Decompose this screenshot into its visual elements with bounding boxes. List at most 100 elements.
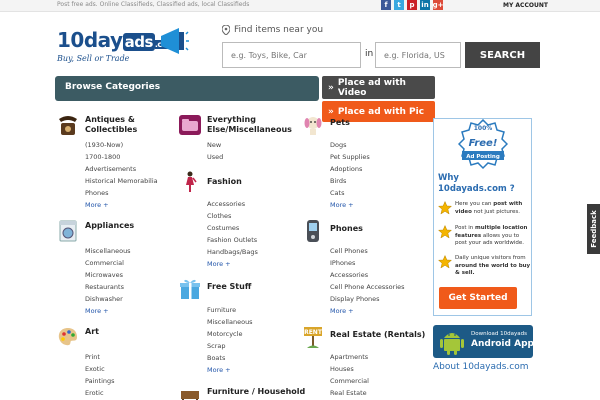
category-title[interactable]: Antiques & Collectibles: [85, 115, 175, 135]
list-item[interactable]: Exotic: [85, 363, 115, 375]
list-item[interactable]: Furniture: [207, 304, 253, 316]
list-item[interactable]: Erotic: [85, 387, 115, 399]
list-item[interactable]: Pet Supplies: [330, 151, 370, 163]
category-list: Print Exotic Paintings Erotic: [85, 351, 115, 399]
category-title[interactable]: Fashion: [207, 177, 297, 187]
list-item[interactable]: Miscellaneous: [85, 245, 131, 257]
cell-phone-icon: [307, 220, 319, 242]
why-title: Why 10dayads.com ?: [438, 173, 515, 194]
why-text-part: Post in: [455, 225, 476, 231]
more-link[interactable]: More +: [207, 364, 253, 376]
search-button[interactable]: SEARCH: [465, 42, 540, 68]
badge-free: Free!: [469, 138, 498, 149]
list-item[interactable]: Boats: [207, 352, 253, 364]
list-item[interactable]: Scrap: [207, 340, 253, 352]
rent-sign-icon: RENT: [304, 327, 323, 348]
android-app-button[interactable]: Download 10dayads Android App: [433, 325, 534, 358]
list-item[interactable]: Handbags/Bags: [207, 246, 258, 258]
list-item[interactable]: Fashion Outlets: [207, 234, 258, 246]
megaphone-icon: [161, 28, 189, 54]
twitter-icon[interactable]: t: [394, 0, 404, 10]
category-title[interactable]: Art: [85, 327, 175, 337]
facebook-icon[interactable]: f: [381, 0, 391, 10]
site-logo[interactable]: 10dayads.com Buy, Sell or Trade: [57, 26, 189, 68]
list-item[interactable]: Advertisements: [85, 163, 158, 175]
list-item[interactable]: Cell Phone Accessories: [330, 281, 405, 293]
antique-phone-icon: [59, 116, 77, 135]
list-item[interactable]: Dishwasher: [85, 293, 131, 305]
list-item[interactable]: Cats: [330, 187, 370, 199]
washing-machine-icon: [59, 220, 77, 242]
category-title[interactable]: Everything Else/Miscellaneous: [207, 115, 297, 135]
category-title[interactable]: Furniture / Household: [207, 387, 317, 397]
list-item[interactable]: Costumes: [207, 222, 258, 234]
why-item-text: Here you can post with video not just pi…: [455, 201, 531, 216]
list-item[interactable]: 1700-1800: [85, 151, 158, 163]
more-link[interactable]: More +: [85, 305, 131, 317]
location-input[interactable]: [375, 42, 461, 68]
category-title[interactable]: Free Stuff: [207, 282, 297, 292]
folder-icon: [179, 115, 201, 135]
category-list: Cell Phones IPhones Accessories Cell Pho…: [330, 245, 405, 317]
category-list: Dogs Pet Supplies Adoptions Birds Cats M…: [330, 139, 370, 211]
list-item[interactable]: New: [207, 139, 223, 151]
linkedin-icon[interactable]: in: [420, 0, 430, 10]
list-item[interactable]: Phones: [85, 187, 158, 199]
logo-ads: ads: [122, 33, 155, 51]
why-item-text: Daily unique visitors from around the wo…: [455, 255, 531, 278]
list-item[interactable]: Dogs: [330, 139, 370, 151]
gift-box-icon: [180, 279, 200, 299]
list-item[interactable]: Cell Phones: [330, 245, 405, 257]
logo-text: 10day: [57, 28, 123, 52]
list-item[interactable]: Paintings: [85, 375, 115, 387]
google-plus-icon[interactable]: g+: [433, 0, 443, 10]
list-item[interactable]: Houses: [330, 363, 369, 375]
feedback-label: Feedback: [589, 210, 598, 248]
top-bar: Post free ads. Online Classifieds, Class…: [0, 0, 600, 12]
about-link[interactable]: About 10dayads.com: [433, 362, 528, 372]
feedback-tab[interactable]: Feedback: [587, 204, 600, 254]
more-link[interactable]: More +: [85, 199, 158, 211]
more-link[interactable]: More +: [207, 258, 258, 270]
category-list: New Used: [207, 139, 223, 163]
place-ad-video-button[interactable]: » Place ad with Video: [322, 76, 435, 99]
list-item[interactable]: Historical Memorabilia: [85, 175, 158, 187]
category-title[interactable]: Pets: [330, 118, 420, 128]
free-ad-posting-badge: 100% Free! Ad Posting: [458, 119, 508, 170]
browse-categories-bar[interactable]: Browse Categories: [55, 76, 319, 101]
list-item[interactable]: Real Estate: [330, 387, 369, 399]
list-item[interactable]: Miscellaneous: [207, 316, 253, 328]
list-item[interactable]: Apartments: [330, 351, 369, 363]
category-list: (1930-Now) 1700-1800 Advertisements Hist…: [85, 139, 158, 211]
list-item[interactable]: Commercial: [85, 257, 131, 269]
social-links: f t p in g+: [381, 0, 443, 10]
category-title[interactable]: Phones: [330, 224, 420, 234]
category-list: Apartments Houses Commercial Real Estate: [330, 351, 369, 399]
list-item[interactable]: Commercial: [330, 375, 369, 387]
list-item[interactable]: Used: [207, 151, 223, 163]
get-started-button[interactable]: Get Started: [439, 287, 517, 309]
star-icon: [438, 255, 452, 269]
list-item[interactable]: Birds: [330, 175, 370, 187]
pinterest-icon[interactable]: p: [407, 0, 417, 10]
list-item[interactable]: Clothes: [207, 210, 258, 222]
category-title[interactable]: Real Estate (Rentals): [330, 330, 450, 340]
site-tagline: Post free ads. Online Classifieds, Class…: [57, 1, 250, 8]
my-account-link[interactable]: MY ACCOUNT: [503, 2, 548, 9]
star-icon: [438, 225, 452, 239]
list-item[interactable]: IPhones: [330, 257, 405, 269]
search-input[interactable]: [222, 42, 361, 68]
list-item[interactable]: Microwaves: [85, 269, 131, 281]
badge-percent: 100%: [474, 125, 493, 132]
list-item[interactable]: Adoptions: [330, 163, 370, 175]
more-link[interactable]: More +: [330, 305, 405, 317]
list-item[interactable]: Display Phones: [330, 293, 405, 305]
list-item[interactable]: Accessories: [207, 198, 258, 210]
list-item[interactable]: Accessories: [330, 269, 405, 281]
more-link[interactable]: More +: [330, 199, 370, 211]
list-item[interactable]: Print: [85, 351, 115, 363]
list-item[interactable]: (1930-Now): [85, 139, 158, 151]
list-item[interactable]: Motorcycle: [207, 328, 253, 340]
list-item[interactable]: Restaurants: [85, 281, 131, 293]
category-title[interactable]: Appliances: [85, 221, 175, 231]
